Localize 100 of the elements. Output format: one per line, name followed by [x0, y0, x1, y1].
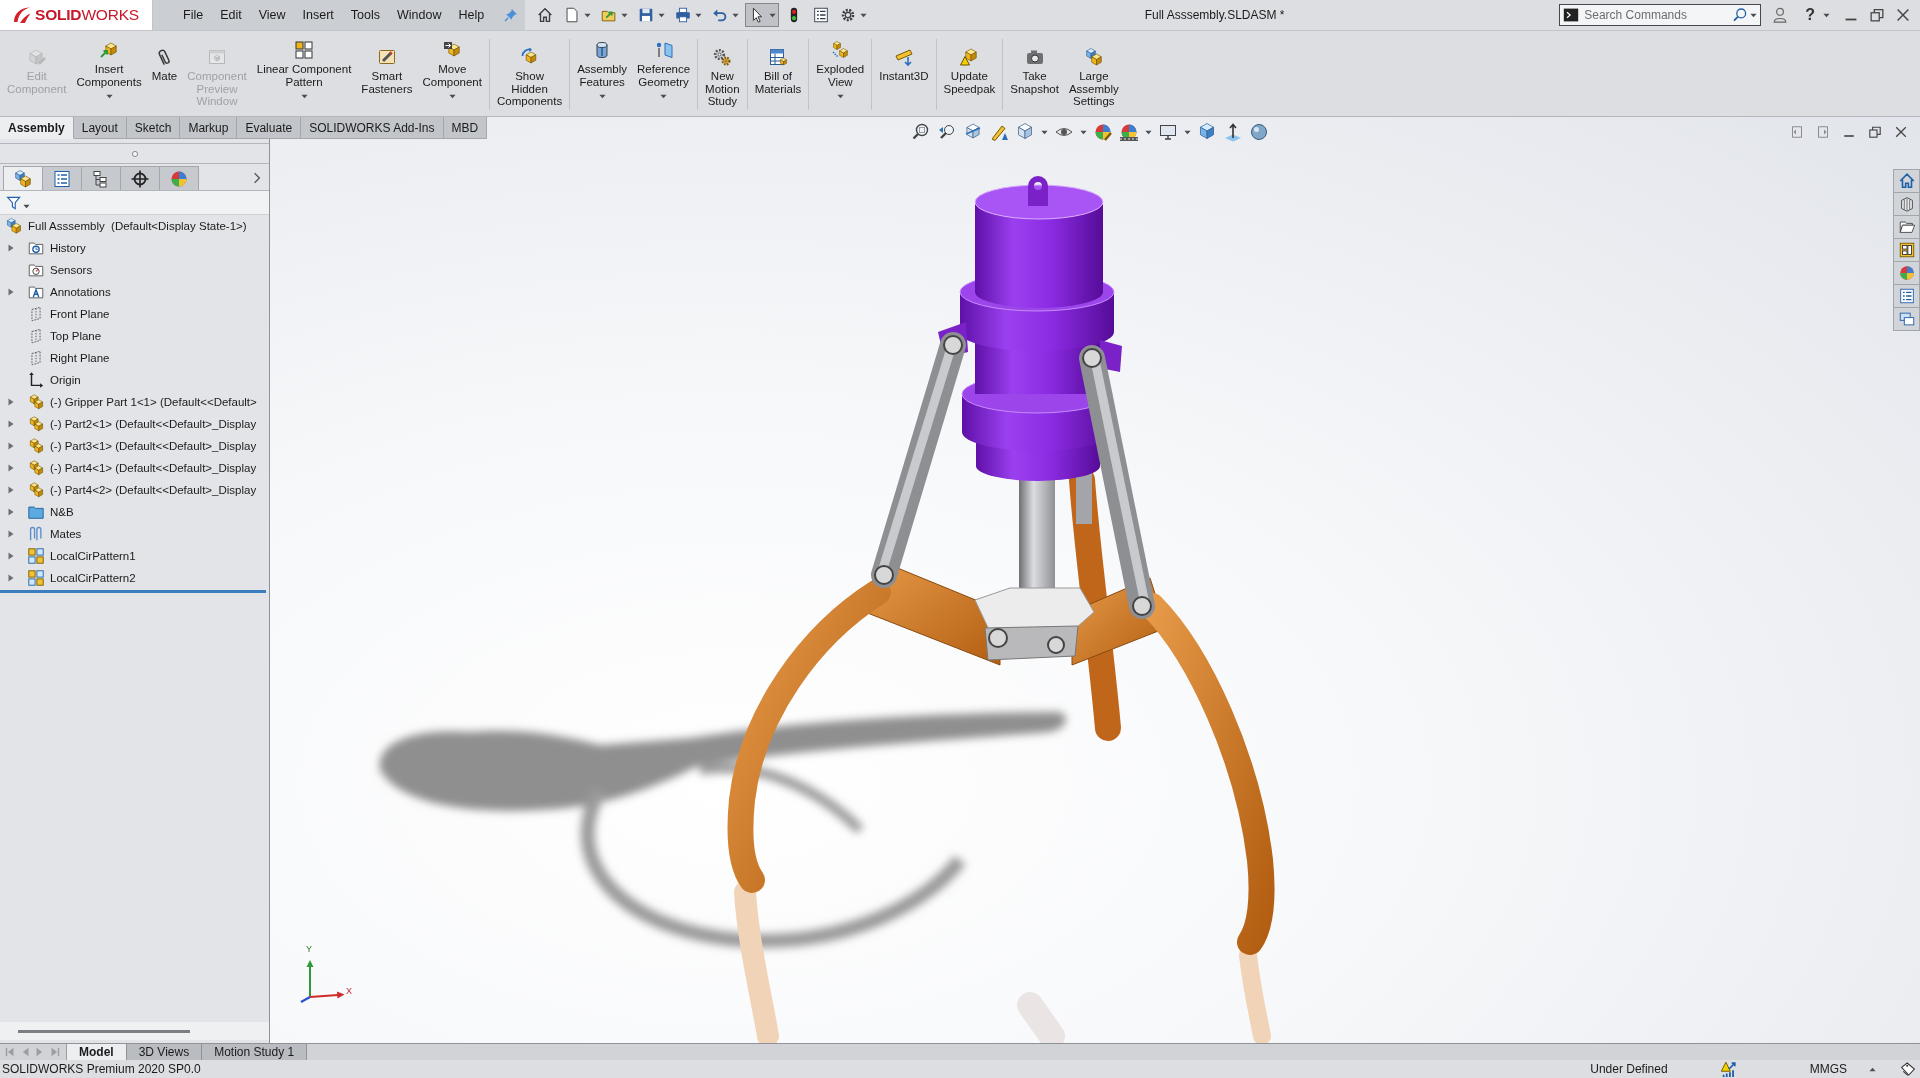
- panel-tab[interactable]: [81, 166, 121, 190]
- tree-item[interactable]: Annotations: [49, 285, 112, 299]
- tree-item[interactable]: Full Asssembly (Default<Display State-1>): [27, 219, 248, 233]
- task-pane-tab[interactable]: [1893, 169, 1920, 193]
- tree-item[interactable]: (-) Part4<1> (Default<<Default>_Display: [49, 461, 258, 475]
- expand-arrow-icon[interactable]: [8, 486, 14, 494]
- task-pane-tab[interactable]: [1893, 238, 1920, 262]
- ribbon-button[interactable]: Show Hidden Components: [491, 31, 568, 116]
- ribbon-button[interactable]: Bill of Materials: [749, 31, 807, 116]
- sphere-icon[interactable]: [1119, 122, 1139, 142]
- task-pane-tab[interactable]: [1893, 307, 1920, 331]
- sphere-pencil-icon[interactable]: [1093, 122, 1113, 142]
- ribbon-button[interactable]: Mate: [146, 31, 183, 116]
- caret-icon[interactable]: [1145, 129, 1152, 135]
- axis-arrow-icon[interactable]: [1223, 122, 1243, 142]
- caret-icon[interactable]: [1823, 12, 1830, 18]
- ribbon-button[interactable]: Exploded View: [811, 31, 870, 116]
- menu-item[interactable]: Help: [450, 6, 493, 24]
- tree-item[interactable]: Mates: [49, 527, 83, 541]
- ribbon-button[interactable]: Smart Fasteners: [356, 31, 418, 116]
- tag-icon[interactable]: [1900, 1061, 1916, 1077]
- expand-arrow-icon[interactable]: [8, 574, 14, 582]
- panel-tab[interactable]: [42, 166, 82, 190]
- toolbar-button[interactable]: [745, 3, 779, 27]
- section-cube-icon[interactable]: [963, 122, 983, 142]
- close-icon[interactable]: [1894, 6, 1912, 24]
- ribbon-button[interactable]: Move Component: [417, 31, 487, 116]
- expand-arrow-icon[interactable]: [8, 420, 14, 428]
- caret-icon[interactable]: [1750, 12, 1758, 18]
- search-field[interactable]: Search Commands: [1559, 4, 1762, 26]
- tree-item[interactable]: (-) Gripper Part 1<1> (Default<<Default>: [49, 395, 258, 409]
- caret-icon[interactable]: [1184, 129, 1191, 135]
- search-icon[interactable]: [1732, 7, 1749, 23]
- horizontal-scrollbar[interactable]: [18, 1029, 190, 1033]
- tab[interactable]: Assembly: [0, 117, 74, 139]
- cube-icon[interactable]: [1197, 122, 1217, 142]
- ribbon-button[interactable]: Update Speedpak: [938, 31, 1001, 116]
- tree-item[interactable]: Front Plane: [49, 307, 111, 321]
- tab[interactable]: Markup: [180, 117, 238, 139]
- close-icon[interactable]: [1893, 124, 1909, 140]
- menu-item[interactable]: File: [175, 6, 212, 24]
- sphere-icon[interactable]: [1249, 122, 1269, 142]
- caret-icon[interactable]: [1041, 129, 1048, 135]
- tab[interactable]: 3D Views: [126, 1044, 203, 1060]
- ribbon-button[interactable]: Take Snapshot: [1005, 31, 1064, 116]
- tab[interactable]: Sketch: [126, 117, 181, 139]
- restore-icon[interactable]: [1868, 6, 1886, 24]
- expand-arrow-icon[interactable]: [8, 464, 14, 472]
- ribbon-button[interactable]: Linear Component Pattern: [251, 31, 357, 116]
- tree-item[interactable]: Top Plane: [49, 329, 103, 343]
- expand-arrow-icon[interactable]: [8, 398, 14, 406]
- tree-item[interactable]: Right Plane: [49, 351, 111, 365]
- tree-item[interactable]: LocalCirPattern1: [49, 549, 137, 563]
- rebuild-warning-icon[interactable]: [1719, 1060, 1738, 1078]
- menu-item[interactable]: Tools: [342, 6, 389, 24]
- tab[interactable]: Motion Study 1: [202, 1044, 308, 1060]
- caret-up-icon[interactable]: [1869, 1066, 1876, 1072]
- menu-item[interactable]: Window: [389, 6, 450, 24]
- expand-arrow-icon[interactable]: [8, 530, 14, 538]
- ribbon-button[interactable]: Insert Components: [71, 31, 147, 116]
- menu-item[interactable]: Insert: [294, 6, 342, 24]
- menu-item[interactable]: View: [250, 6, 294, 24]
- tab[interactable]: Evaluate: [237, 117, 302, 139]
- ribbon-button[interactable]: Large Assembly Settings: [1063, 31, 1124, 116]
- tree-item[interactable]: (-) Part3<1> (Default<<Default>_Display: [49, 439, 258, 453]
- ribbon-button[interactable]: Instant3D: [874, 31, 934, 116]
- tab[interactable]: Layout: [73, 117, 127, 139]
- expand-arrow-icon[interactable]: [8, 508, 14, 516]
- ribbon-button[interactable]: Assembly Features: [572, 31, 633, 116]
- tree-item[interactable]: Origin: [49, 373, 82, 387]
- help-button[interactable]: ?: [1803, 6, 1817, 24]
- units-label[interactable]: MMGS: [1809, 1062, 1847, 1076]
- tab[interactable]: MBD: [443, 117, 488, 139]
- cube-icon[interactable]: [1015, 122, 1035, 142]
- caret-icon[interactable]: [23, 204, 30, 209]
- tree-item[interactable]: History: [49, 241, 87, 255]
- tree-item[interactable]: (-) Part2<1> (Default<<Default>_Display: [49, 417, 258, 431]
- task-pane-tab[interactable]: [1893, 284, 1920, 308]
- monitor-icon[interactable]: [1158, 122, 1178, 142]
- task-pane-tab[interactable]: [1893, 215, 1920, 239]
- expand-arrow-icon[interactable]: [8, 442, 14, 450]
- tab[interactable]: Model: [67, 1044, 127, 1060]
- ribbon-button[interactable]: New Motion Study: [700, 31, 745, 116]
- tree-item[interactable]: (-) Part4<2> (Default<<Default>_Display: [49, 483, 258, 497]
- splitter-handle-icon[interactable]: [130, 149, 139, 158]
- ribbon-button[interactable]: Reference Geometry: [632, 31, 696, 116]
- expand-arrow-icon[interactable]: [8, 288, 14, 296]
- menu-item[interactable]: Edit: [212, 6, 250, 24]
- expand-arrow-icon[interactable]: [8, 552, 14, 560]
- expand-arrow-icon[interactable]: [8, 244, 14, 252]
- tree-item[interactable]: LocalCirPattern2: [49, 571, 137, 585]
- task-pane-tab[interactable]: [1893, 192, 1920, 216]
- tab[interactable]: SOLIDWORKS Add-Ins: [301, 117, 444, 139]
- panel-left-icon[interactable]: [1789, 124, 1805, 140]
- caret-icon[interactable]: [1080, 129, 1087, 135]
- panel-right-icon[interactable]: [1815, 124, 1831, 140]
- filter-icon[interactable]: [6, 194, 22, 211]
- panel-tab[interactable]: [120, 166, 160, 190]
- restore-icon[interactable]: [1867, 124, 1883, 140]
- tree-item[interactable]: Sensors: [49, 263, 94, 277]
